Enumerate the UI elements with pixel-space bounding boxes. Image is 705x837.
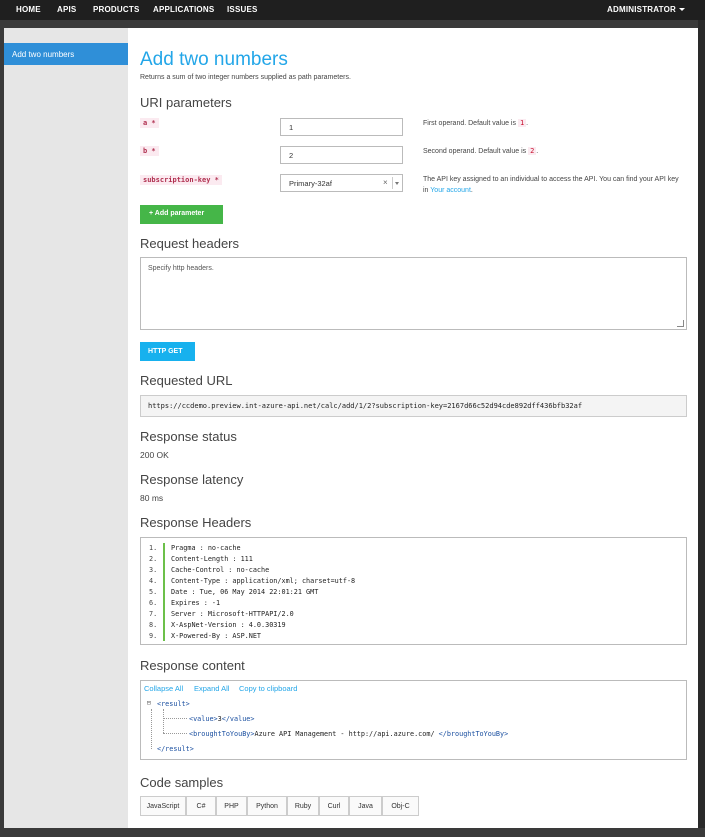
tree-guide	[163, 709, 164, 733]
tab-ruby[interactable]: Ruby	[287, 796, 319, 816]
xml-result-close: </result>	[157, 745, 194, 753]
tab-php[interactable]: PHP	[216, 796, 247, 816]
header-line: Cache-Control : no-cache	[171, 566, 270, 574]
response-latency-value: 80 ms	[140, 493, 164, 503]
tree-guide	[151, 709, 152, 749]
response-status-heading: Response status	[140, 429, 237, 444]
collapse-all-link[interactable]: Collapse All	[144, 684, 183, 693]
admin-menu[interactable]: ADMINISTRATOR	[607, 5, 685, 14]
top-nav-bar: HOME APIS PRODUCTS APPLICATIONS ISSUES A…	[0, 0, 705, 20]
xml-value-line: <value>3</value>	[189, 715, 255, 723]
header-line: Server : Microsoft-HTTPAPI/2.0	[171, 610, 294, 618]
copy-to-clipboard-link[interactable]: Copy to clipboard	[239, 684, 297, 693]
main-content: Add two numbers Returns a sum of two int…	[128, 28, 698, 828]
code-samples-heading: Code samples	[140, 775, 224, 790]
nav-issues[interactable]: ISSUES	[227, 5, 258, 14]
resize-handle-icon[interactable]	[677, 320, 684, 327]
header-line: Expires : -1	[171, 599, 221, 607]
param-a-input[interactable]: 1	[280, 118, 403, 136]
tree-guide	[163, 733, 187, 734]
line-number: 9.	[149, 632, 158, 640]
xml-brought-line: <broughtToYouBy>Azure API Management - h…	[189, 730, 509, 738]
line-number: 4.	[149, 577, 158, 585]
requested-url-heading: Requested URL	[140, 373, 233, 388]
header-line: Content-Type : application/xml; charset=…	[171, 577, 356, 585]
response-latency-heading: Response latency	[140, 472, 244, 487]
param-a-default: 1	[517, 119, 527, 127]
collapse-toggle-icon[interactable]: ⊟	[147, 699, 151, 707]
header-line: Content-Length : 111	[171, 555, 253, 563]
param-b-description: Second operand. Default value is 2.	[423, 147, 539, 155]
header-line: Pragma : no-cache	[171, 544, 241, 552]
sidebar-item-add-two-numbers[interactable]: Add two numbers	[4, 43, 128, 65]
param-b-input[interactable]: 2	[280, 146, 403, 164]
page-title: Add two numbers	[140, 49, 288, 70]
line-number: 1.	[149, 544, 158, 552]
nav-home[interactable]: HOME	[16, 5, 41, 14]
tab-curl[interactable]: Curl	[319, 796, 349, 816]
header-line: X-AspNet-Version : 4.0.30319	[171, 621, 286, 629]
line-number: 3.	[149, 566, 158, 574]
tab-java[interactable]: Java	[349, 796, 382, 816]
subscription-key-description: The API key assigned to an individual to…	[423, 176, 679, 194]
scrollbar[interactable]	[698, 20, 705, 828]
xml-result-open: <result>	[157, 700, 190, 708]
request-headers-textarea[interactable]: Specify http headers.	[140, 257, 687, 330]
response-status-value: 200 OK	[140, 450, 169, 460]
response-content-heading: Response content	[140, 658, 245, 673]
xml-brought-value: Azure API Management - http://api.azure.…	[254, 730, 439, 738]
tab-javascript[interactable]: JavaScript	[140, 796, 186, 816]
requested-url-field[interactable]: https://ccdemo.preview.int-azure-api.net…	[140, 395, 687, 417]
header-line: X-Powered-By : ASP.NET	[171, 632, 262, 640]
chevron-down-icon[interactable]	[395, 182, 399, 185]
tab-csharp[interactable]: C#	[186, 796, 216, 816]
param-a-description: First operand. Default value is 1.	[423, 119, 529, 127]
line-number: 2.	[149, 555, 158, 563]
line-number: 5.	[149, 588, 158, 596]
line-number: 6.	[149, 599, 158, 607]
param-a-label: a *	[140, 118, 159, 128]
response-headers-heading: Response Headers	[140, 515, 252, 530]
expand-all-link[interactable]: Expand All	[194, 684, 229, 693]
response-content-box: Collapse All Expand All Copy to clipboar…	[140, 680, 687, 760]
nav-products[interactable]: PRODUCTS	[93, 5, 140, 14]
subscription-key-value: Primary-32af	[289, 179, 332, 188]
request-headers-placeholder: Specify http headers.	[148, 265, 214, 272]
your-account-link[interactable]: Your account	[430, 187, 471, 194]
param-b-label: b *	[140, 146, 159, 156]
select-divider	[392, 177, 393, 189]
subscription-key-select[interactable]: Primary-32af ×	[280, 174, 403, 192]
tab-python[interactable]: Python	[247, 796, 287, 816]
uri-parameters-heading: URI parameters	[140, 95, 232, 110]
subscription-key-label: subscription-key *	[140, 175, 222, 185]
response-headers-box: 1. Pragma : no-cache 2. Content-Length :…	[140, 537, 687, 645]
caret-down-icon	[679, 8, 685, 12]
header-line: Date : Tue, 06 May 2014 22:01:21 GMT	[171, 588, 319, 596]
tree-guide	[163, 718, 187, 719]
nav-apis[interactable]: APIS	[57, 5, 76, 14]
http-get-button[interactable]: HTTP GET	[140, 342, 195, 361]
add-parameter-button[interactable]: + Add parameter	[140, 205, 223, 224]
sidebar: Add two numbers	[4, 28, 128, 828]
line-number: 7.	[149, 610, 158, 618]
admin-label: ADMINISTRATOR	[607, 5, 676, 14]
operation-description: Returns a sum of two integer numbers sup…	[140, 74, 351, 81]
clear-icon[interactable]: ×	[383, 178, 388, 187]
line-number: 8.	[149, 621, 158, 629]
tab-objc[interactable]: Obj-C	[382, 796, 419, 816]
code-samples-tabs: JavaScript C# PHP Python Ruby Curl Java …	[140, 796, 425, 816]
nav-applications[interactable]: APPLICATIONS	[153, 5, 214, 14]
request-headers-heading: Request headers	[140, 236, 240, 251]
line-gutter	[163, 543, 165, 641]
